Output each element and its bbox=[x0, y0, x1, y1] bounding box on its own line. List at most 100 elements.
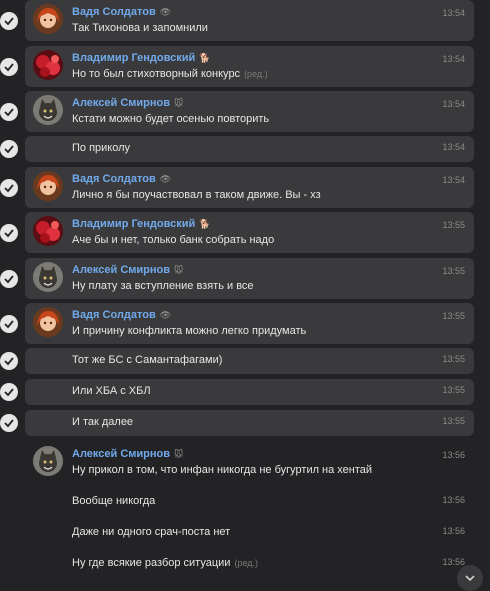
message-row[interactable]: И так далее 13:55 bbox=[0, 410, 490, 436]
message-text: Вообще никогда bbox=[72, 495, 155, 507]
message-text-content: Ну плату за вступление взять и все bbox=[72, 280, 254, 292]
author-name[interactable]: Алексей Смирнов 🐭 bbox=[72, 264, 183, 276]
mouse-emoji: 🐭 bbox=[174, 98, 184, 108]
message-text-content: По приколу bbox=[72, 142, 131, 154]
message-time: 13:56 bbox=[442, 450, 465, 460]
author-name[interactable]: Вадя Солдатов 👁 bbox=[72, 6, 171, 18]
selected-check-icon[interactable] bbox=[0, 352, 18, 370]
message-text: Или ХБА с ХБЛ bbox=[72, 385, 151, 397]
author-name[interactable]: Вадя Солдатов 👁 bbox=[72, 173, 171, 185]
message-text-content: Аче бы и нет, только банк собрать надо bbox=[72, 234, 275, 246]
chat-message-list[interactable]: Вадя Солдатов 👁 Так Тихонова и запомнили 13… bbox=[0, 0, 490, 584]
avatar[interactable] bbox=[33, 4, 63, 34]
edited-label: (ред.) bbox=[234, 558, 258, 568]
selected-check-icon[interactable] bbox=[0, 383, 18, 401]
message-text-content: Тот же БС с Самантафагами) bbox=[72, 354, 223, 366]
avatar[interactable] bbox=[33, 446, 63, 476]
scroll-down-button[interactable] bbox=[457, 565, 483, 591]
message-row[interactable]: Вообще никогда 13:56 bbox=[0, 489, 490, 515]
message-time: 13:55 bbox=[442, 220, 465, 230]
message-text: И так далее bbox=[72, 416, 133, 428]
dog-emoji: 🐕 bbox=[199, 219, 211, 229]
message-row[interactable]: Вадя Солдатов 👁 Лично я бы поучаствовал в … bbox=[0, 167, 490, 208]
message-time: 13:54 bbox=[442, 99, 465, 109]
avatar[interactable] bbox=[33, 95, 63, 125]
author-name[interactable]: Владимир Гендовский 🐕 bbox=[72, 52, 210, 64]
selected-check-icon[interactable] bbox=[0, 102, 18, 121]
message-row[interactable]: Алексей Смирнов 🐭 Кстати можно будет осень… bbox=[0, 91, 490, 132]
message-time: 13:55 bbox=[442, 354, 465, 364]
selected-check-icon[interactable] bbox=[0, 57, 18, 76]
message-time: 13:56 bbox=[442, 526, 465, 536]
message-time: 13:54 bbox=[442, 54, 465, 64]
message-row[interactable]: По приколу 13:54 bbox=[0, 136, 490, 162]
eye-icon: 👁 bbox=[159, 174, 172, 184]
message-time: 13:54 bbox=[442, 142, 465, 152]
message-row[interactable]: Тот же БС с Самантафагами) 13:55 bbox=[0, 348, 490, 374]
message-text: Кстати можно будет осенью повторить bbox=[72, 113, 269, 125]
message-row[interactable]: Ну где всякие разбор ситуации (ред.) 13:56 bbox=[0, 551, 490, 577]
avatar[interactable] bbox=[33, 216, 63, 246]
message-text-content: Ну где всякие разбор ситуации bbox=[72, 557, 231, 569]
message-text-content: Ну прикол в том, что инфан никогда не бу… bbox=[72, 464, 373, 476]
message-text-content: Так Тихонова и запомнили bbox=[72, 22, 208, 34]
message-row[interactable]: Вадя Солдатов 👁 Так Тихонова и запомнили 13… bbox=[0, 0, 490, 41]
dog-emoji: 🐕 bbox=[199, 53, 211, 63]
message-text-content: Но то был стихотворный конкурс bbox=[72, 68, 241, 80]
message-text-content: Вообще никогда bbox=[72, 495, 156, 507]
mouse-emoji: 🐭 bbox=[174, 265, 184, 275]
message-time: 13:55 bbox=[442, 266, 465, 276]
selected-check-icon[interactable] bbox=[0, 223, 18, 242]
message-text: И причину конфликта можно легко придумат… bbox=[72, 325, 306, 337]
edited-label: (ред.) bbox=[244, 69, 268, 79]
message-time: 13:55 bbox=[442, 311, 465, 321]
message-text: Даже ни одного срач-поста нет bbox=[72, 526, 230, 538]
message-text-content: Кстати можно будет осенью повторить bbox=[72, 113, 270, 125]
message-time: 13:55 bbox=[442, 416, 465, 426]
selected-check-icon[interactable] bbox=[0, 11, 18, 30]
message-text: Ну плату за вступление взять и все bbox=[72, 280, 254, 292]
selected-check-icon[interactable] bbox=[0, 140, 18, 158]
message-text: Лично я бы поучаствовал в таком движе. В… bbox=[72, 189, 321, 201]
message-time: 13:54 bbox=[442, 8, 465, 18]
message-text: Аче бы и нет, только банк собрать надо bbox=[72, 234, 274, 246]
message-text-content: Лично я бы поучаствовал в таком движе. В… bbox=[72, 189, 321, 201]
message-row[interactable]: Владимир Гендовский 🐕 Аче бы и нет, только… bbox=[0, 212, 490, 253]
eye-icon: 👁 bbox=[159, 7, 172, 17]
avatar[interactable] bbox=[33, 307, 63, 337]
selected-check-icon[interactable] bbox=[0, 314, 18, 333]
message-text: Ну прикол в том, что инфан никогда не бу… bbox=[72, 464, 372, 476]
message-time: 13:56 bbox=[442, 495, 465, 505]
author-name[interactable]: Алексей Смирнов 🐭 bbox=[72, 448, 183, 460]
message-text: По приколу bbox=[72, 142, 130, 154]
message-row[interactable]: Вадя Солдатов 👁 И причину конфликта можно … bbox=[0, 303, 490, 344]
mouse-emoji: 🐭 bbox=[174, 449, 184, 459]
message-text-content: Даже ни одного срач-поста нет bbox=[72, 526, 231, 538]
selected-check-icon[interactable] bbox=[0, 414, 18, 432]
message-time: 13:55 bbox=[442, 385, 465, 395]
message-text: Тот же БС с Самантафагами) bbox=[72, 354, 222, 366]
author-name[interactable]: Владимир Гендовский 🐕 bbox=[72, 218, 210, 230]
message-text-content: Или ХБА с ХБЛ bbox=[72, 385, 151, 397]
author-name[interactable]: Алексей Смирнов 🐭 bbox=[72, 97, 183, 109]
message-time: 13:56 bbox=[442, 557, 465, 567]
selected-check-icon[interactable] bbox=[0, 178, 18, 197]
eye-icon: 👁 bbox=[159, 310, 172, 320]
message-row[interactable]: Владимир Гендовский 🐕 Но то был стихотворн… bbox=[0, 46, 490, 87]
message-text: Так Тихонова и запомнили bbox=[72, 22, 208, 34]
avatar[interactable] bbox=[33, 262, 63, 292]
message-text: Ну где всякие разбор ситуации (ред.) bbox=[72, 557, 258, 569]
message-text-content: И так далее bbox=[72, 416, 134, 428]
avatar[interactable] bbox=[33, 50, 63, 80]
message-text-content: И причину конфликта можно легко придумат… bbox=[72, 325, 307, 337]
message-text: Но то был стихотворный конкурс (ред.) bbox=[72, 68, 268, 80]
message-row[interactable]: Даже ни одного срач-поста нет 13:56 bbox=[0, 520, 490, 546]
message-row[interactable]: Алексей Смирнов 🐭 Ну плату за вступление в… bbox=[0, 258, 490, 299]
message-row[interactable]: Или ХБА с ХБЛ 13:55 bbox=[0, 379, 490, 405]
avatar[interactable] bbox=[33, 171, 63, 201]
selected-check-icon[interactable] bbox=[0, 269, 18, 288]
author-name[interactable]: Вадя Солдатов 👁 bbox=[72, 309, 171, 321]
chevron-down-icon bbox=[465, 575, 475, 582]
message-row[interactable]: Алексей Смирнов 🐭 Ну прикол в том, что инф… bbox=[0, 442, 490, 492]
message-time: 13:54 bbox=[442, 175, 465, 185]
